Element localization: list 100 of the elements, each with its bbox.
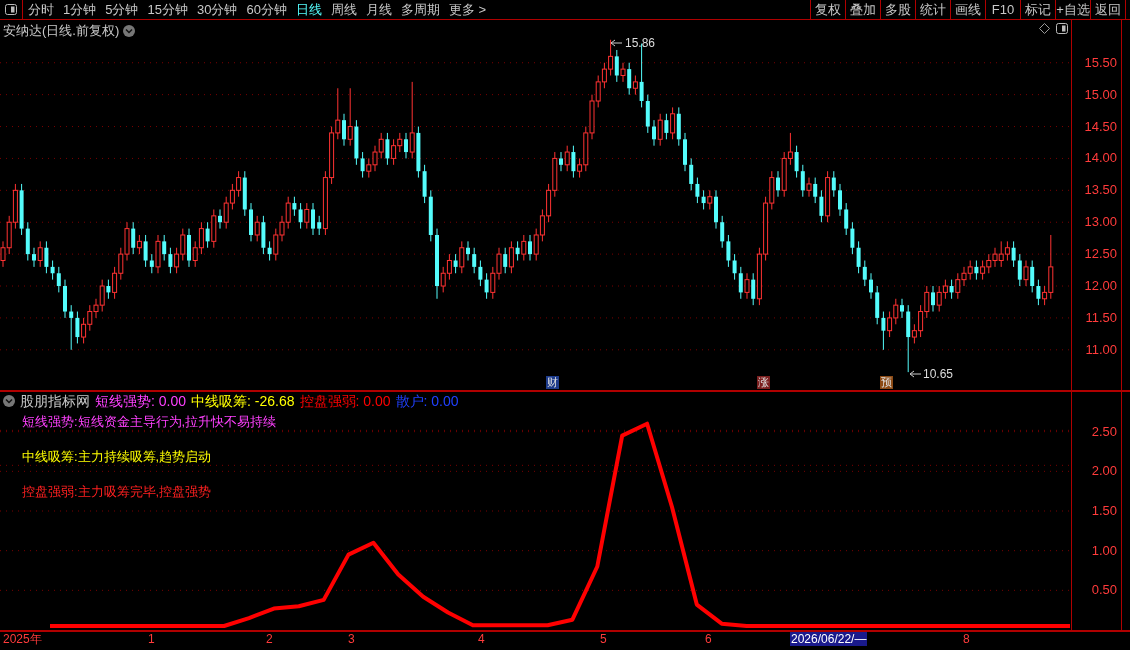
candlestick — [478, 260, 483, 287]
candlestick — [813, 177, 818, 204]
candlestick — [409, 81, 415, 159]
indicator-note: 短线强势:短线资金主导行为,拉升快不易持续 — [22, 414, 277, 430]
candlestick — [75, 311, 80, 344]
candlestick — [732, 253, 737, 281]
candlestick — [472, 247, 477, 274]
candlestick — [806, 177, 812, 198]
candlestick — [974, 260, 979, 281]
candlestick — [862, 260, 867, 287]
toolbar-button[interactable]: 多股 — [881, 0, 916, 20]
candlestick — [521, 234, 527, 261]
period-tab[interactable]: 60分钟 — [246, 0, 287, 20]
time-axis-label: 6 — [705, 632, 712, 646]
toolbar-button[interactable]: 标记 — [1021, 0, 1056, 20]
value-axis-label: 2.50 — [1091, 424, 1117, 439]
candlestick — [515, 240, 520, 261]
candlestick — [466, 240, 470, 261]
value-axis-label: 1.00 — [1091, 543, 1117, 558]
candlestick — [931, 285, 935, 313]
candlestick — [508, 240, 514, 274]
candlestick — [218, 208, 222, 230]
candlestick — [751, 272, 756, 306]
period-tab[interactable]: 1分钟 — [63, 0, 97, 20]
diamond-icon[interactable] — [1039, 23, 1050, 34]
candlestick — [1030, 260, 1035, 293]
low-pointer-icon — [909, 370, 922, 378]
period-tab[interactable]: 15分钟 — [147, 0, 188, 20]
dropdown-icon[interactable] — [3, 395, 15, 407]
candlestick — [800, 164, 805, 198]
candlestick — [56, 266, 61, 293]
candlestick — [292, 196, 297, 217]
candlestick — [254, 215, 260, 242]
candlestick — [106, 279, 111, 300]
candlestick — [670, 106, 676, 140]
period-tab[interactable]: 日线 — [295, 0, 322, 20]
toolbar-button[interactable]: +自选 — [1056, 0, 1091, 20]
price-axis-label: 11.50 — [1085, 310, 1117, 325]
time-axis-label: 5 — [600, 632, 607, 646]
toolbar-button[interactable]: 复权 — [811, 0, 846, 20]
price-axis-label: 13.50 — [1084, 183, 1117, 198]
candlestick — [657, 113, 663, 147]
price-axis-label: 11.00 — [1085, 342, 1117, 357]
candlestick — [695, 177, 700, 204]
candlestick — [689, 157, 694, 191]
candlestick — [50, 260, 55, 281]
candlestick — [162, 234, 167, 261]
high-price-label: 15.86 — [625, 36, 656, 50]
indicator-reading: 短线强势: 0.00 — [95, 393, 187, 409]
low-price-label: 10.65 — [923, 367, 954, 381]
period-tab[interactable]: 30分钟 — [196, 0, 238, 20]
event-marker[interactable]: 预 — [880, 376, 893, 389]
candlestick — [205, 221, 210, 249]
price-axis-label: 14.00 — [1084, 151, 1117, 166]
candlestick — [614, 49, 619, 83]
candlestick — [881, 311, 886, 351]
value-axis-label: 0.50 — [1091, 583, 1117, 598]
period-tab[interactable]: 多周期 — [400, 0, 440, 20]
toolbar-button[interactable]: 统计 — [916, 0, 951, 20]
price-axis-label: 14.50 — [1084, 119, 1117, 134]
candlestick — [385, 132, 390, 166]
candlestick — [632, 75, 638, 96]
candlestick — [342, 113, 346, 147]
toolbar-button[interactable]: 画线 — [951, 0, 986, 20]
candlestick — [856, 240, 861, 274]
candlestick — [776, 170, 780, 198]
period-tab[interactable]: 分时 — [28, 0, 54, 20]
toolbar-button[interactable]: 返回 — [1091, 0, 1126, 20]
event-marker[interactable]: 财 — [546, 376, 559, 389]
time-axis-label: 2025年 — [3, 632, 42, 646]
panel-toggle-icon[interactable] — [1056, 23, 1068, 34]
time-axis-label: 2026/06/22/— — [790, 632, 868, 646]
candlestick — [459, 240, 465, 274]
period-tab[interactable]: 月线 — [365, 0, 392, 20]
candlestick — [168, 247, 173, 274]
toolbar-button[interactable]: F10 — [986, 0, 1021, 20]
panel-toggle-icon[interactable] — [5, 4, 17, 15]
candlestick — [831, 170, 836, 198]
time-axis-label: 2 — [266, 632, 273, 646]
period-tab[interactable]: 周线 — [330, 0, 357, 20]
event-marker[interactable]: 涨 — [757, 376, 770, 389]
candlestick — [869, 272, 873, 300]
indicator-note: 中线吸筹:主力持续吸筹,趋势启动 — [22, 449, 212, 465]
candlestick — [69, 304, 74, 351]
candlestick — [949, 279, 954, 300]
time-axis-label: 8 — [963, 632, 970, 646]
candlestick — [720, 215, 725, 249]
candlestick — [32, 247, 36, 268]
period-tab[interactable]: 5分钟 — [105, 0, 139, 20]
candlestick — [844, 202, 849, 236]
candlestick — [311, 202, 315, 236]
dropdown-icon[interactable] — [123, 24, 136, 37]
candlestick — [317, 215, 322, 236]
price-axis-label: 15.00 — [1084, 87, 1117, 102]
toolbar-button[interactable]: 叠加 — [846, 0, 881, 20]
time-axis-label: 1 — [148, 632, 155, 646]
indicator-reading: 控盘强弱: 0.00 — [299, 393, 391, 409]
candlestick — [1036, 279, 1041, 306]
more-button[interactable]: 更多 > — [448, 0, 487, 20]
candlestick — [1017, 253, 1022, 287]
